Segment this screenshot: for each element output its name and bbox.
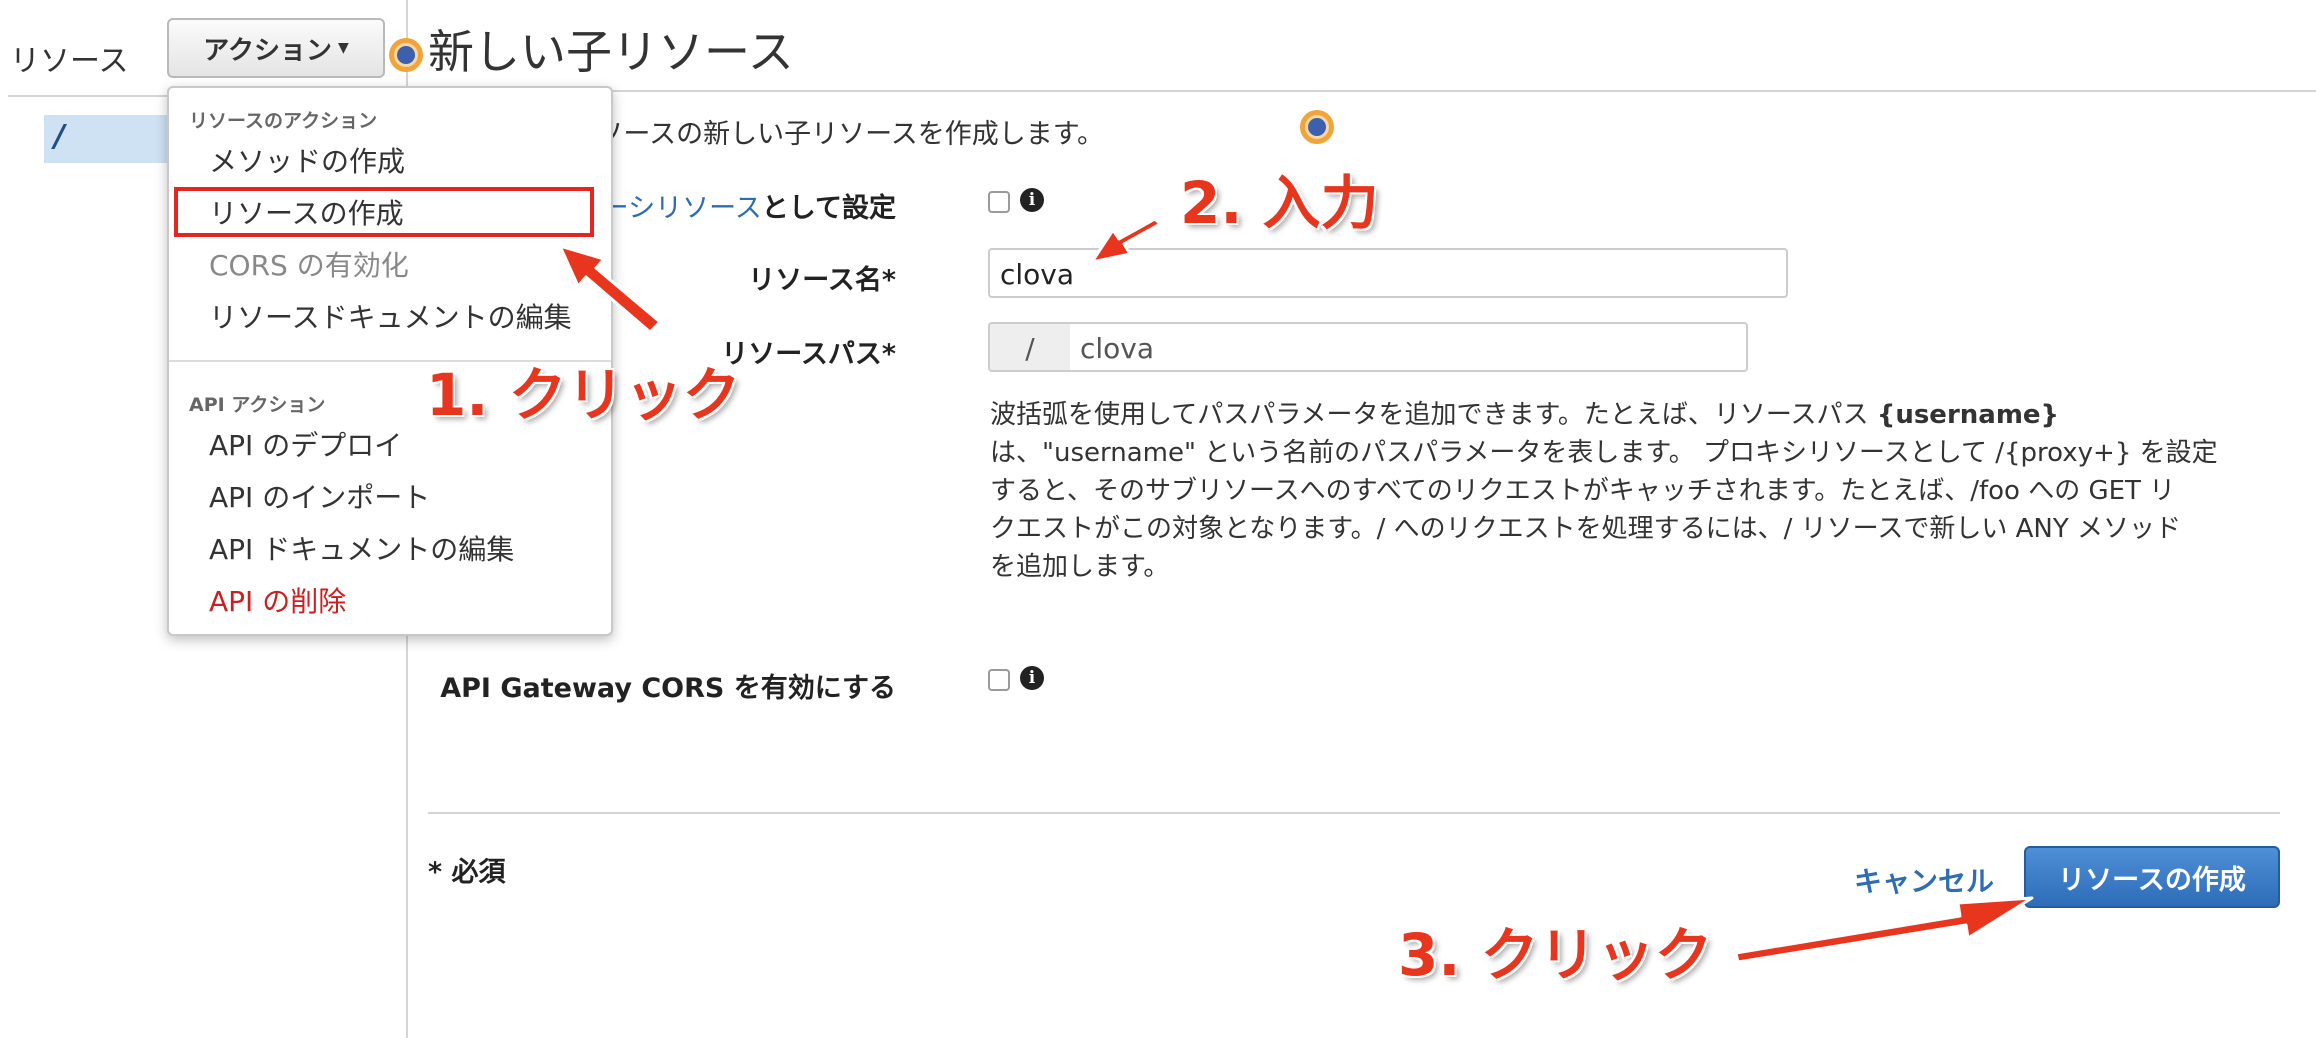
- header-divider: [408, 90, 2316, 92]
- annotation-step-3: 3. クリック: [1398, 921, 1713, 989]
- annotation-step-2: 2. 入力: [1180, 169, 1379, 237]
- proxy-resource-label: ーシリソースとして設定: [601, 193, 896, 224]
- cors-label: API Gateway CORS を有効にする: [440, 673, 896, 704]
- menu-item-edit-resource-docs[interactable]: リソースドキュメントの編集: [209, 296, 572, 336]
- menu-item-create-method[interactable]: メソッドの作成: [209, 140, 405, 180]
- cors-checkbox[interactable]: [988, 669, 1010, 691]
- actions-dropdown-button[interactable]: アクション ▼: [167, 18, 385, 78]
- menu-section-api: API アクション: [189, 394, 326, 416]
- annotation-step-1: 1. クリック: [426, 361, 741, 429]
- resource-name-label: リソース名*: [748, 265, 896, 296]
- info-icon[interactable]: i: [1020, 666, 1044, 690]
- menu-item-enable-cors[interactable]: CORS の有効化: [209, 244, 409, 284]
- highlight-box: [174, 187, 594, 237]
- annotation-arrow-3: [1734, 896, 2034, 964]
- menu-section-resource: リソースのアクション: [189, 110, 378, 132]
- info-icon[interactable]: i: [1020, 188, 1044, 212]
- resource-path-label: リソースパス*: [721, 339, 896, 370]
- cancel-button[interactable]: キャンセル: [1854, 860, 1994, 900]
- caret-down-icon: ▼: [337, 40, 349, 56]
- menu-item-import-api[interactable]: API のインポート: [209, 476, 430, 516]
- required-note: * 必須: [428, 857, 506, 888]
- help-icon[interactable]: [1300, 110, 1334, 144]
- menu-item-edit-api-docs[interactable]: API ドキュメントの編集: [209, 528, 514, 568]
- page-title: 新しい子リソース: [428, 25, 794, 79]
- actions-button-label: アクション: [203, 35, 332, 66]
- resources-title: リソース: [10, 44, 129, 79]
- menu-item-deploy-api[interactable]: API のデプロイ: [209, 424, 402, 464]
- help-icon[interactable]: [389, 38, 423, 72]
- create-resource-button[interactable]: リソースの作成: [2024, 846, 2280, 908]
- resource-path-help: 波括弧を使用してパスパラメータを追加できます。たとえば、リソースパス {user…: [990, 400, 2218, 582]
- resource-name-input[interactable]: clova: [988, 248, 1788, 298]
- proxy-resource-checkbox[interactable]: [988, 191, 1010, 213]
- resource-path-input[interactable]: clova: [1070, 322, 1748, 372]
- resource-tree-root[interactable]: /: [44, 115, 184, 163]
- menu-item-delete-api[interactable]: API の削除: [209, 580, 346, 620]
- footer-divider: [428, 812, 2280, 814]
- resource-path-prefix: /: [988, 322, 1072, 372]
- proxy-resource-link[interactable]: ーシリソース: [602, 193, 762, 224]
